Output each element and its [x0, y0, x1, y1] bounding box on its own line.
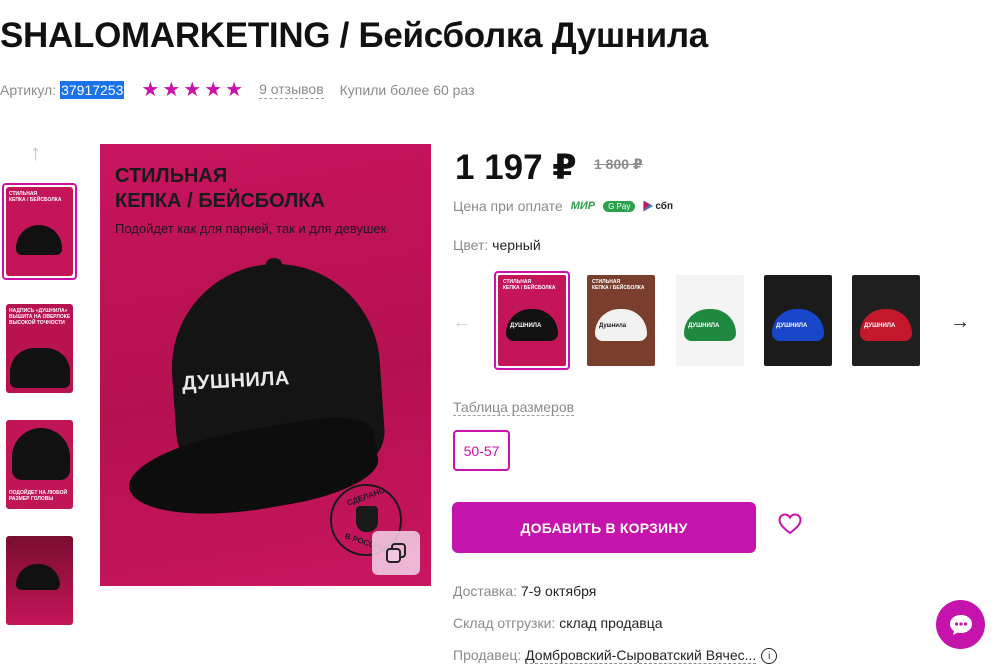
main-product-image[interactable]: СТИЛЬНАЯ КЕПКА / БЕЙСБОЛКА Подойдет как … — [100, 144, 431, 586]
sku-label: Артикул: — [0, 82, 57, 98]
color-option-blue[interactable]: ДУШНИЛА — [760, 271, 836, 370]
gallery-thumb-4[interactable] — [2, 532, 77, 629]
payment-methods: Цена при оплате МИР G Pay сбп — [453, 198, 673, 214]
sbp-icon: сбп — [643, 200, 673, 212]
gpay-icon: G Pay — [603, 200, 636, 212]
promo-heading-line2: КЕПКА / БЕЙСБОЛКА — [115, 190, 325, 212]
info-icon[interactable]: i — [761, 648, 778, 665]
similar-items-icon[interactable] — [372, 531, 420, 575]
current-price: 1 197 ₽ — [455, 148, 577, 187]
cap-button — [266, 258, 282, 270]
mir-icon: МИР — [570, 200, 596, 212]
color-label: Цвет: черный — [453, 237, 541, 253]
gallery-thumb-3[interactable]: ПОДОЙДЕТ НА ЛЮБОЙ РАЗМЕР ГОЛОВЫ — [2, 416, 77, 513]
arrow-left-icon[interactable]: ← — [452, 311, 472, 334]
chat-button[interactable] — [936, 600, 985, 649]
arrow-right-icon[interactable]: → — [950, 311, 970, 334]
seller-link[interactable]: Домбровский-Сыроватский Вячес... — [525, 647, 757, 664]
star-icon: ★ — [141, 79, 160, 101]
rating-stars[interactable]: ★ ★ ★ ★ ★ — [141, 80, 243, 100]
star-icon: ★ — [162, 79, 181, 101]
promo-subtitle: Подойдет как для парней, так и для девуш… — [115, 221, 387, 236]
eagle-icon — [356, 506, 378, 532]
warehouse-value: склад продавца — [559, 615, 663, 631]
heart-icon[interactable] — [778, 513, 802, 540]
thumbs-up-arrow-icon[interactable]: ↑ — [30, 140, 41, 166]
sku-value[interactable]: 37917253 — [60, 81, 125, 99]
star-icon: ★ — [183, 79, 202, 101]
warehouse-info: Склад отгрузки: склад продавца — [453, 615, 663, 631]
gallery-thumb-2[interactable]: НАДПИСЬ «ДУШНИЛА» ВЫШИТА НА ОВЕРЛОКЕ ВЫСОК… — [2, 300, 77, 397]
chat-icon — [949, 614, 972, 635]
old-price: 1 800 ₽ — [594, 156, 643, 172]
seller-info: Продавец: Домбровский-Сыроватский Вячес.… — [453, 647, 778, 665]
size-table-link[interactable]: Таблица размеров — [453, 399, 575, 416]
color-option-black[interactable]: СТИЛЬНАЯ КЕПКА / БЕЙСБОЛКА ДУШНИЛА — [494, 271, 570, 370]
color-option-green[interactable]: ДУШНИЛА — [672, 271, 748, 370]
add-to-cart-button[interactable]: ДОБАВИТЬ В КОРЗИНУ — [452, 502, 756, 553]
pay-label: Цена при оплате — [453, 198, 563, 214]
delivery-info: Доставка: 7-9 октября — [453, 583, 597, 599]
gallery-thumb-1[interactable]: СТИЛЬНАЯ КЕПКА / БЕЙСБОЛКА — [2, 183, 77, 280]
reviews-link[interactable]: 9 отзывов — [259, 81, 324, 99]
bought-count: Купили более 60 раз — [339, 82, 475, 98]
product-title: SHALOMARKETING / Бейсболка Душнила — [0, 16, 708, 55]
size-option[interactable]: 50-57 — [453, 430, 510, 471]
promo-heading-line1: СТИЛЬНАЯ — [115, 165, 228, 187]
star-icon: ★ — [204, 79, 223, 101]
color-option-red[interactable]: ДУШНИЛА — [848, 271, 924, 370]
star-icon: ★ — [225, 79, 244, 101]
color-option-white[interactable]: СТИЛЬНАЯ КЕПКА / БЕЙСБОЛКА Душнила — [583, 271, 659, 370]
color-value: черный — [492, 237, 541, 253]
delivery-date: 7-9 октября — [520, 583, 597, 599]
product-meta: Артикул: 37917253 ★ ★ ★ ★ ★ 9 отзывов Ку… — [0, 79, 475, 101]
